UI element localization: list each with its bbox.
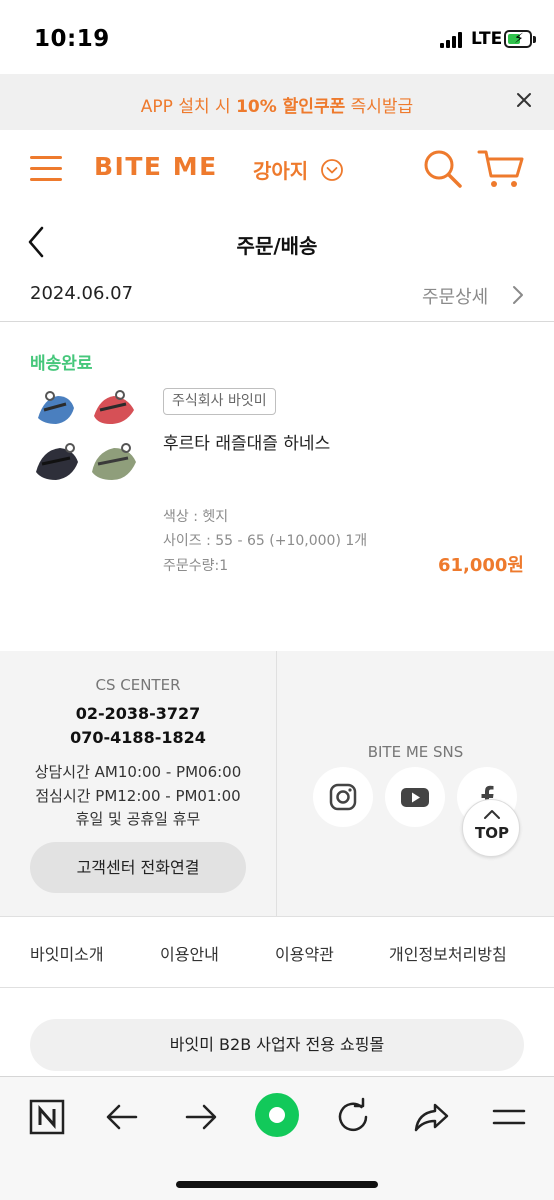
- cs-hours-consult: 상담시간 AM10:00 - PM06:00: [34, 763, 242, 781]
- cs-phone-2[interactable]: 070-4188-1824: [0, 728, 276, 747]
- footer-link-privacy[interactable]: 개인정보처리방침: [389, 941, 507, 965]
- status-bar: 10:19 LTE ⚡: [0, 0, 554, 74]
- brand-logo[interactable]: BITE ME: [94, 152, 218, 181]
- share-icon[interactable]: [411, 1097, 451, 1137]
- product-image[interactable]: [30, 386, 142, 496]
- chevron-down-icon[interactable]: [320, 158, 344, 182]
- footer-link-about[interactable]: 바잇미소개: [30, 941, 104, 965]
- footer-divider: [276, 651, 277, 916]
- sns-title: BITE ME SNS: [367, 743, 464, 761]
- cart-icon[interactable]: [477, 148, 525, 190]
- scroll-top-button[interactable]: TOP: [462, 799, 520, 857]
- option-color: 색상 : 헷지: [163, 509, 229, 525]
- reload-icon[interactable]: [333, 1097, 373, 1137]
- browser-back-icon[interactable]: [102, 1097, 142, 1137]
- youtube-icon: [401, 788, 429, 807]
- option-size: 사이즈 : 55 - 65 (+10,000) 1개: [163, 533, 368, 549]
- browser-menu-icon[interactable]: [489, 1097, 529, 1137]
- order-quantity: 주문수량:1: [163, 558, 229, 574]
- cs-phone-1[interactable]: 02-2038-3727: [0, 704, 276, 723]
- home-dot-icon: [269, 1107, 285, 1123]
- site-header: BITE ME 강아지: [0, 130, 554, 208]
- battery-tip: [533, 36, 536, 43]
- order-date: 2024.06.07: [30, 283, 134, 304]
- category-selector[interactable]: 강아지: [253, 155, 308, 184]
- cs-call-button[interactable]: 고객센터 전화연결: [30, 842, 246, 893]
- order-price: 61,000원: [437, 555, 524, 576]
- b2b-mall-button[interactable]: 바잇미 B2B 사업자 전용 쇼핑몰: [30, 1019, 524, 1071]
- chevron-right-icon[interactable]: [511, 284, 525, 306]
- chevron-up-icon: [484, 810, 500, 819]
- instagram-icon: [329, 783, 357, 811]
- footer-link-guide[interactable]: 이용안내: [160, 941, 219, 965]
- footer-cs-section: CS CENTER 02-2038-3727 070-4188-1824 상담시…: [0, 651, 554, 916]
- delivery-status: 배송완료: [30, 354, 93, 374]
- promo-banner[interactable]: APP 설치 시 10% 할인쿠폰 즉시발급: [0, 74, 554, 130]
- signal-icon: [440, 32, 466, 48]
- promo-highlight: 10% 할인쿠폰: [236, 97, 346, 117]
- youtube-button[interactable]: [385, 767, 445, 827]
- network-label: LTE: [471, 29, 503, 49]
- order-header-row: 2024.06.07 주문상세: [0, 272, 554, 322]
- hamburger-menu-icon[interactable]: [30, 156, 62, 182]
- page-title: 주문/배송: [236, 234, 318, 258]
- browser-forward-icon[interactable]: [181, 1097, 221, 1137]
- home-indicator: [176, 1181, 378, 1188]
- browser-home-button[interactable]: [255, 1093, 299, 1137]
- product-name[interactable]: 후르타 래즐대즐 하네스: [163, 429, 330, 454]
- footer-link-terms[interactable]: 이용약관: [275, 941, 334, 965]
- scroll-top-label: TOP: [475, 824, 509, 842]
- close-icon[interactable]: [512, 88, 536, 112]
- cs-hours-holiday: 휴일 및 공휴일 휴무: [75, 810, 201, 828]
- seller-badge: 주식회사 바잇미: [163, 388, 276, 415]
- browser-toolbar: [0, 1076, 554, 1200]
- footer-links: 바잇미소개 이용안내 이용약관 개인정보처리방침: [0, 916, 554, 988]
- naver-n-icon[interactable]: [27, 1097, 67, 1137]
- status-time: 10:19: [34, 26, 110, 52]
- page-head: 주문/배송: [0, 208, 554, 272]
- instagram-button[interactable]: [313, 767, 373, 827]
- search-icon[interactable]: [422, 148, 464, 190]
- battery-icon: ⚡: [504, 30, 532, 48]
- cs-hours-lunch: 점심시간 PM12:00 - PM01:00: [35, 787, 241, 805]
- promo-text: APP 설치 시 10% 할인쿠폰 즉시발급: [140, 97, 414, 117]
- cs-title: CS CENTER: [95, 676, 181, 694]
- order-detail-link[interactable]: 주문상세: [422, 283, 488, 309]
